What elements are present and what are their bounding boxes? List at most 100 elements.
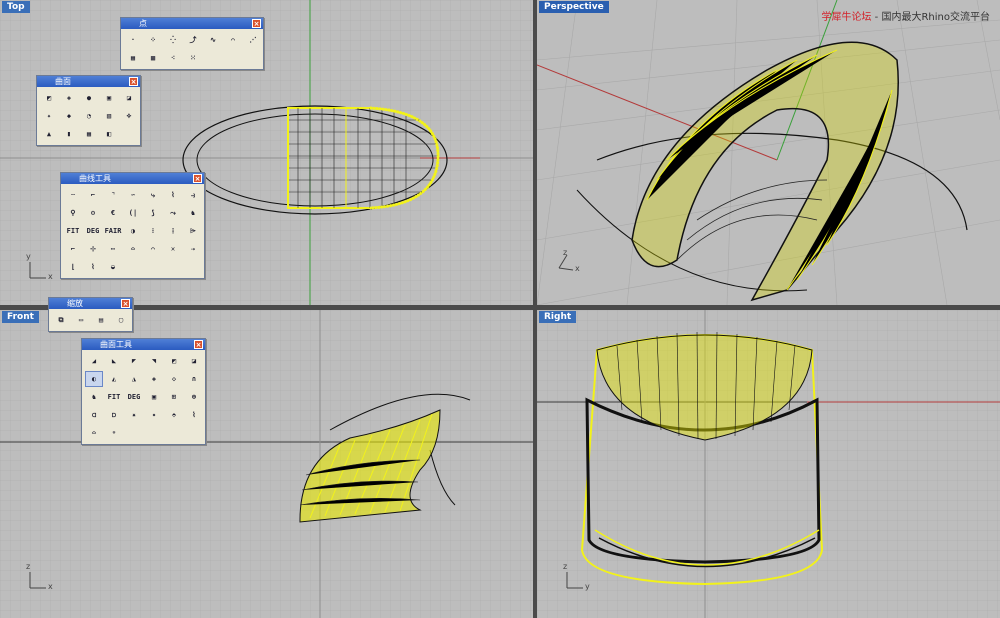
simplify-curve-icon[interactable]: ⌐ <box>64 241 82 257</box>
divide-curve-icon[interactable]: ⤴ <box>184 32 202 48</box>
merge-surface-icon[interactable]: ◮ <box>125 371 143 387</box>
trim-curve-icon[interactable]: (| <box>124 205 142 221</box>
viewport-label-right[interactable]: Right <box>539 311 577 323</box>
delete-points-icon[interactable]: ✕ <box>164 241 182 257</box>
viewport-right[interactable]: Right z y <box>537 310 1000 618</box>
unroll-icon[interactable]: ⌇ <box>185 407 203 423</box>
insert-knot-icon[interactable]: ⁝ <box>144 223 162 239</box>
close-crv-icon[interactable]: ⌓ <box>124 241 142 257</box>
viewport-front[interactable]: Front z x <box>0 310 533 618</box>
refit-icon[interactable]: ⌲ <box>184 223 202 239</box>
change-degree-icon[interactable]: DEG <box>84 223 102 239</box>
variable-offset-icon[interactable]: ◐ <box>85 371 103 387</box>
rail-revolve-icon[interactable]: ◔ <box>80 108 98 124</box>
fair-curve-icon[interactable]: FAIR <box>104 223 122 239</box>
control-points-icon[interactable]: ⁞ <box>164 223 182 239</box>
toolbar-zoom[interactable]: 缩放 × ⧉ ▭ ▤ ▢ <box>48 297 133 332</box>
diagnostics-icon[interactable]: ⌔ <box>105 425 123 441</box>
zoom-selected-icon[interactable]: ▤ <box>92 312 110 328</box>
person-surface-icon[interactable]: ♞ <box>85 389 103 405</box>
viewport-perspective[interactable]: Perspective 学犀牛论坛 - 国内最大Rhino交流平台 z x <box>537 0 1000 305</box>
connect-curve-icon[interactable]: ⥽ <box>184 187 202 203</box>
fillet-curve-icon[interactable]: ⌐ <box>84 187 102 203</box>
patch-icon[interactable]: ◈ <box>60 90 78 106</box>
match-surface-icon[interactable]: ◈ <box>145 371 163 387</box>
points-on-curve-icon[interactable]: ⋰ <box>244 32 262 48</box>
fit-surface-icon[interactable]: FIT <box>105 389 123 405</box>
toolbar-zoom-close-button[interactable]: × <box>121 299 130 308</box>
shape-icon[interactable]: ◒ <box>104 259 122 275</box>
join-icon[interactable]: ⚲ <box>64 205 82 221</box>
extend-surface-icon[interactable]: ◭ <box>105 371 123 387</box>
split-edge-icon[interactable]: ⫏ <box>85 407 103 423</box>
adjust-seam-icon[interactable]: ◑ <box>124 223 142 239</box>
zoom-target-icon[interactable]: ▢ <box>112 312 130 328</box>
connect-surface-icon[interactable]: ◪ <box>185 353 203 369</box>
drape-icon[interactable]: ◧ <box>100 126 118 142</box>
multiple-points-icon[interactable]: ⁘ <box>144 32 162 48</box>
sweep-icon[interactable]: ✦ <box>40 108 58 124</box>
toolbar-surface-tools-title[interactable]: 曲面工具 × <box>82 339 205 350</box>
edge-surface-icon[interactable]: ◪ <box>120 90 138 106</box>
line-icon[interactable]: ╌ <box>64 187 82 203</box>
toolbar-surface-title[interactable]: 曲面 × <box>37 76 140 87</box>
viewport-label-perspective[interactable]: Perspective <box>539 1 609 13</box>
explode-icon[interactable]: ⚙ <box>84 205 102 221</box>
adjust-edge-icon[interactable]: ⫐ <box>105 407 123 423</box>
curve-points-icon[interactable]: ∿ <box>204 32 222 48</box>
viewport-perspective-canvas[interactable] <box>537 0 1000 305</box>
viewport-front-canvas[interactable] <box>0 310 533 618</box>
dense-points-icon[interactable]: ▩ <box>144 50 162 66</box>
point-icon[interactable]: · <box>124 32 142 48</box>
person-tool-icon[interactable]: ♞ <box>184 205 202 221</box>
toolbar-surface[interactable]: 曲面 × ◩ ◈ ● ▣ ◪ ✦ ◆ ◔ ▧ ⟡ ▲ ▮ ▦ ◧ <box>36 75 141 146</box>
toolbar-zoom-title[interactable]: 缩放 × <box>49 298 132 309</box>
extrude-icon[interactable]: ▲ <box>40 126 58 142</box>
viewport-right-canvas[interactable] <box>537 310 1000 618</box>
blend-curve-icon[interactable]: ∽ <box>124 187 142 203</box>
rebuild-icon[interactable]: € <box>104 205 122 221</box>
make-periodic-icon[interactable]: ⌓ <box>85 425 103 441</box>
bell-curve-icon[interactable]: ⌒ <box>144 241 162 257</box>
sphere-icon[interactable]: ● <box>80 90 98 106</box>
viewport-label-front[interactable]: Front <box>2 311 39 323</box>
fillet-surface-icon[interactable]: ◢ <box>85 353 103 369</box>
toolbar-surface-close-button[interactable]: × <box>129 77 138 86</box>
toolbar-points-title[interactable]: 点 × <box>121 18 263 29</box>
toolbar-surface-tools[interactable]: 曲面工具 × ◢ ◣ ◤ ◥ ◩ ◪ ◐ ◭ ◮ ◈ ◇ ∩ ♞ FIT DEG … <box>81 338 206 445</box>
zoom-extents-icon[interactable]: ⧉ <box>52 312 70 328</box>
loft-icon[interactable]: ◆ <box>60 108 78 124</box>
scatter-points-icon[interactable]: ⁖ <box>164 50 182 66</box>
rebuild-surface-icon[interactable]: ▣ <box>145 389 163 405</box>
toolbar-points[interactable]: 点 × · ⁘ ⁛ ⤴ ∿ ⌒ ⋰ ▦ ▩ ⁖ ⁙ <box>120 17 264 70</box>
delete-face-icon[interactable]: ⬘ <box>165 407 183 423</box>
explode-surface-icon[interactable]: ✷ <box>125 407 143 423</box>
network-surface-icon[interactable]: ▧ <box>100 108 118 124</box>
variable-fillet-icon[interactable]: ◩ <box>165 353 183 369</box>
split-curve-icon[interactable]: ⟆ <box>144 205 162 221</box>
box-icon[interactable]: ▣ <box>100 90 118 106</box>
insert-knot-surface-icon[interactable]: ⊕ <box>185 389 203 405</box>
crv-start-icon[interactable]: ⊹ <box>84 241 102 257</box>
refit-trim-icon[interactable]: ⊞ <box>165 389 183 405</box>
crv-deviation-icon[interactable]: ⌇ <box>84 259 102 275</box>
viewport-label-top[interactable]: Top <box>2 1 30 13</box>
plane-icon[interactable]: ◩ <box>40 90 58 106</box>
cylinder-icon[interactable]: ▮ <box>60 126 78 142</box>
point-grid-icon[interactable]: ▦ <box>124 50 142 66</box>
extend-curve-icon[interactable]: ⤷ <box>144 187 162 203</box>
change-degree-surface-icon[interactable]: DEG <box>125 389 143 405</box>
offset-surface-icon[interactable]: ◥ <box>145 353 163 369</box>
symmetry-icon[interactable]: ◇ <box>165 371 183 387</box>
toolbar-curve-tools[interactable]: 曲线工具 × ╌ ⌐ ⌝ ∽ ⤷ ⌇ ⥽ ⚲ ⚙ € (| ⟆ ⤳ ♞ FIT D… <box>60 172 205 279</box>
chamfer-icon[interactable]: ⌝ <box>104 187 122 203</box>
hook-curve-icon[interactable]: ⌊ <box>64 259 82 275</box>
curve-end-point-icon[interactable]: ⌒ <box>224 32 242 48</box>
arrow-points-icon[interactable]: ⇢ <box>184 241 202 257</box>
crv-seam-icon[interactable]: ⋯ <box>104 241 122 257</box>
blend-surface-icon[interactable]: ◤ <box>125 353 143 369</box>
toolbar-surface-tools-close-button[interactable]: × <box>194 340 203 349</box>
offset-curve-icon[interactable]: ⌇ <box>164 187 182 203</box>
fit-curve-icon[interactable]: FIT <box>64 223 82 239</box>
point-cloud-icon[interactable]: ⁛ <box>164 32 182 48</box>
